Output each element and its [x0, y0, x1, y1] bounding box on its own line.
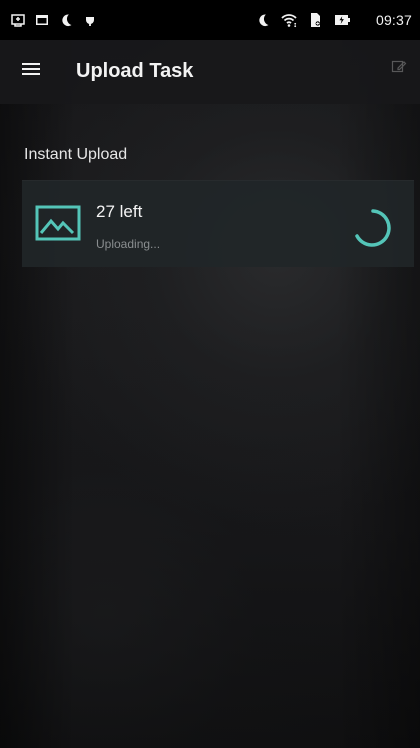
image-icon	[35, 205, 81, 241]
menu-button[interactable]	[18, 58, 44, 84]
upload-task-card[interactable]: 27 left Uploading...	[22, 180, 414, 267]
edit-icon	[390, 58, 408, 81]
sim-icon	[307, 11, 323, 29]
wifi-icon	[280, 11, 298, 29]
charging-plug-icon	[82, 12, 98, 28]
task-status: Uploading...	[96, 237, 161, 251]
menu-icon	[20, 60, 42, 83]
loading-spinner-icon	[348, 203, 398, 253]
calendar-icon	[34, 12, 50, 28]
status-time: 09:37	[375, 12, 412, 28]
section-label: Instant Upload	[24, 146, 128, 163]
task-title: 27 left	[96, 202, 143, 221]
upload-task-screen: 09:37 Upload Task Instant Upload 27 left…	[0, 0, 420, 748]
page-title: Upload Task	[76, 60, 194, 82]
moon-icon	[58, 12, 74, 28]
moon-icon	[255, 12, 271, 28]
usb-icon	[10, 12, 26, 28]
battery-icon	[333, 11, 351, 29]
app-bar: Upload Task	[0, 40, 420, 104]
status-bar: 09:37	[0, 0, 420, 40]
edit-button[interactable]	[390, 60, 408, 78]
